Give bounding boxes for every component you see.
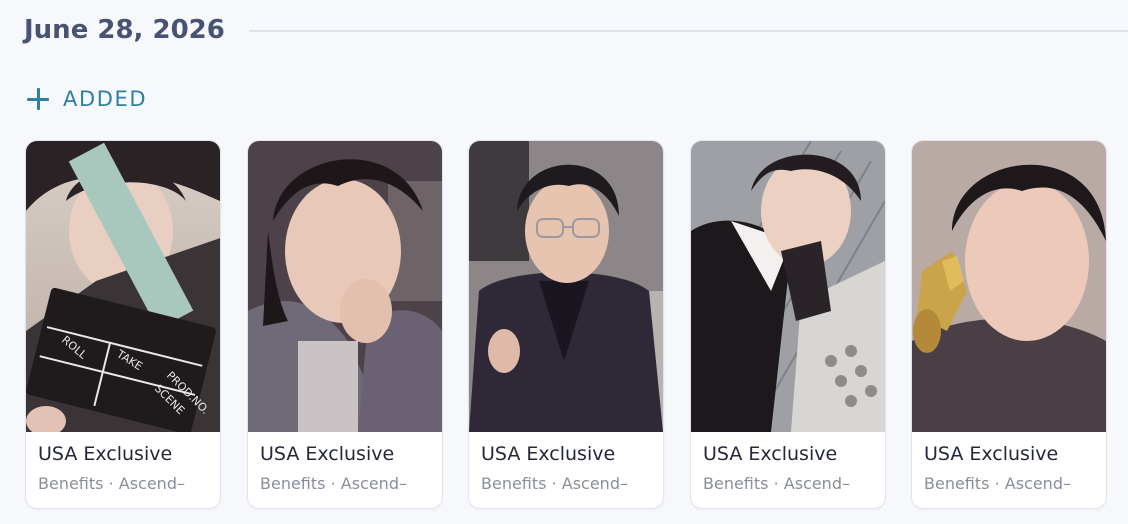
card-subtitle: Benefits · Ascend– (481, 474, 628, 493)
section-divider (248, 30, 1128, 32)
photocard-card[interactable]: USA Exclusive Benefits · Ascend– (247, 140, 443, 509)
photocard-image (469, 141, 663, 432)
date-heading: June 28, 2026 (24, 15, 225, 45)
photocard-image (691, 141, 885, 432)
card-title: USA Exclusive (38, 443, 173, 465)
card-title: USA Exclusive (481, 443, 616, 465)
photocard-card[interactable]: ROLL TAKE PROD.NO. SCENE USA Exclusive B… (25, 140, 221, 509)
card-subtitle: Benefits · Ascend– (924, 474, 1071, 493)
plus-icon (26, 87, 50, 111)
card-title: USA Exclusive (703, 443, 838, 465)
card-subtitle: Benefits · Ascend– (703, 474, 850, 493)
added-group-label: ADDED (26, 84, 147, 114)
photocard-image (912, 141, 1106, 432)
photocard-card[interactable]: USA Exclusive Benefits · Ascend– (468, 140, 664, 509)
photocard-card[interactable]: USA Exclusive Benefits · Ascend– (911, 140, 1107, 509)
card-title: USA Exclusive (924, 443, 1059, 465)
photocard-card[interactable]: USA Exclusive Benefits · Ascend– (690, 140, 886, 509)
date-section-header: June 28, 2026 (24, 10, 1128, 50)
card-subtitle: Benefits · Ascend– (38, 474, 185, 493)
photocard-image: ROLL TAKE PROD.NO. SCENE (26, 141, 220, 432)
photocard-image (248, 141, 442, 432)
card-title: USA Exclusive (260, 443, 395, 465)
card-subtitle: Benefits · Ascend– (260, 474, 407, 493)
added-label: ADDED (63, 87, 148, 111)
